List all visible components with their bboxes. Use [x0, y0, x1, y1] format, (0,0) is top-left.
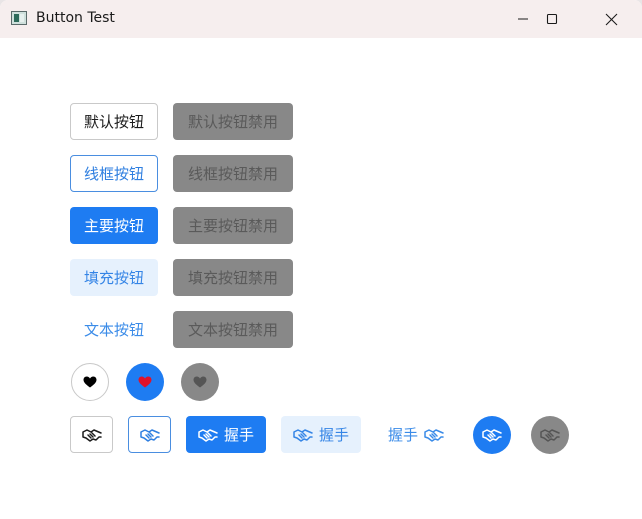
- handshake-button-text[interactable]: 握手: [376, 416, 456, 453]
- default-button[interactable]: 默认按钮: [70, 103, 158, 140]
- text-button-disabled: 文本按钮禁用: [173, 311, 293, 348]
- handshake-button-default[interactable]: [70, 416, 113, 453]
- fill-button[interactable]: 填充按钮: [70, 259, 158, 296]
- handshake-icon: [198, 428, 218, 442]
- close-button[interactable]: [582, 0, 640, 38]
- maximize-icon: [546, 13, 558, 25]
- heart-button-default[interactable]: [71, 363, 109, 401]
- primary-button-disabled: 主要按钮禁用: [173, 207, 293, 244]
- handshake-button-circle-disabled: [531, 416, 569, 454]
- fill-button-disabled: 填充按钮禁用: [173, 259, 293, 296]
- handshake-button-outline[interactable]: [128, 416, 171, 453]
- app-icon: [11, 11, 27, 25]
- outline-button[interactable]: 线框按钮: [70, 155, 158, 192]
- handshake-icon: [540, 429, 560, 442]
- handshake-label: 握手: [318, 426, 349, 444]
- heart-button-primary[interactable]: [126, 363, 164, 401]
- handshake-icon: [139, 428, 160, 442]
- heart-icon: [193, 376, 207, 388]
- maximize-button[interactable]: [523, 0, 581, 38]
- heart-icon: [138, 376, 152, 388]
- title-bar[interactable]: Button Test: [0, 0, 642, 38]
- heart-button-disabled: [181, 363, 219, 401]
- default-button-disabled: 默认按钮禁用: [173, 103, 293, 140]
- handshake-icon: [482, 429, 502, 442]
- handshake-icon: [424, 428, 444, 442]
- handshake-button-primary[interactable]: 握手: [186, 416, 266, 453]
- handshake-button-circle-primary[interactable]: [473, 416, 511, 454]
- handshake-button-fill[interactable]: 握手: [281, 416, 361, 453]
- handshake-icon: [293, 428, 313, 442]
- app-window: Button Test 默认按钮 默认按钮禁用 线框按钮 线框按钮禁用 主要按钮…: [0, 0, 642, 519]
- primary-button[interactable]: 主要按钮: [70, 207, 158, 244]
- window-title: Button Test: [36, 10, 115, 26]
- handshake-icon: [81, 428, 102, 442]
- close-icon: [605, 13, 617, 25]
- text-button[interactable]: 文本按钮: [70, 311, 158, 348]
- handshake-label: 握手: [387, 426, 418, 444]
- outline-button-disabled: 线框按钮禁用: [173, 155, 293, 192]
- handshake-label: 握手: [223, 426, 254, 444]
- heart-icon: [83, 376, 97, 388]
